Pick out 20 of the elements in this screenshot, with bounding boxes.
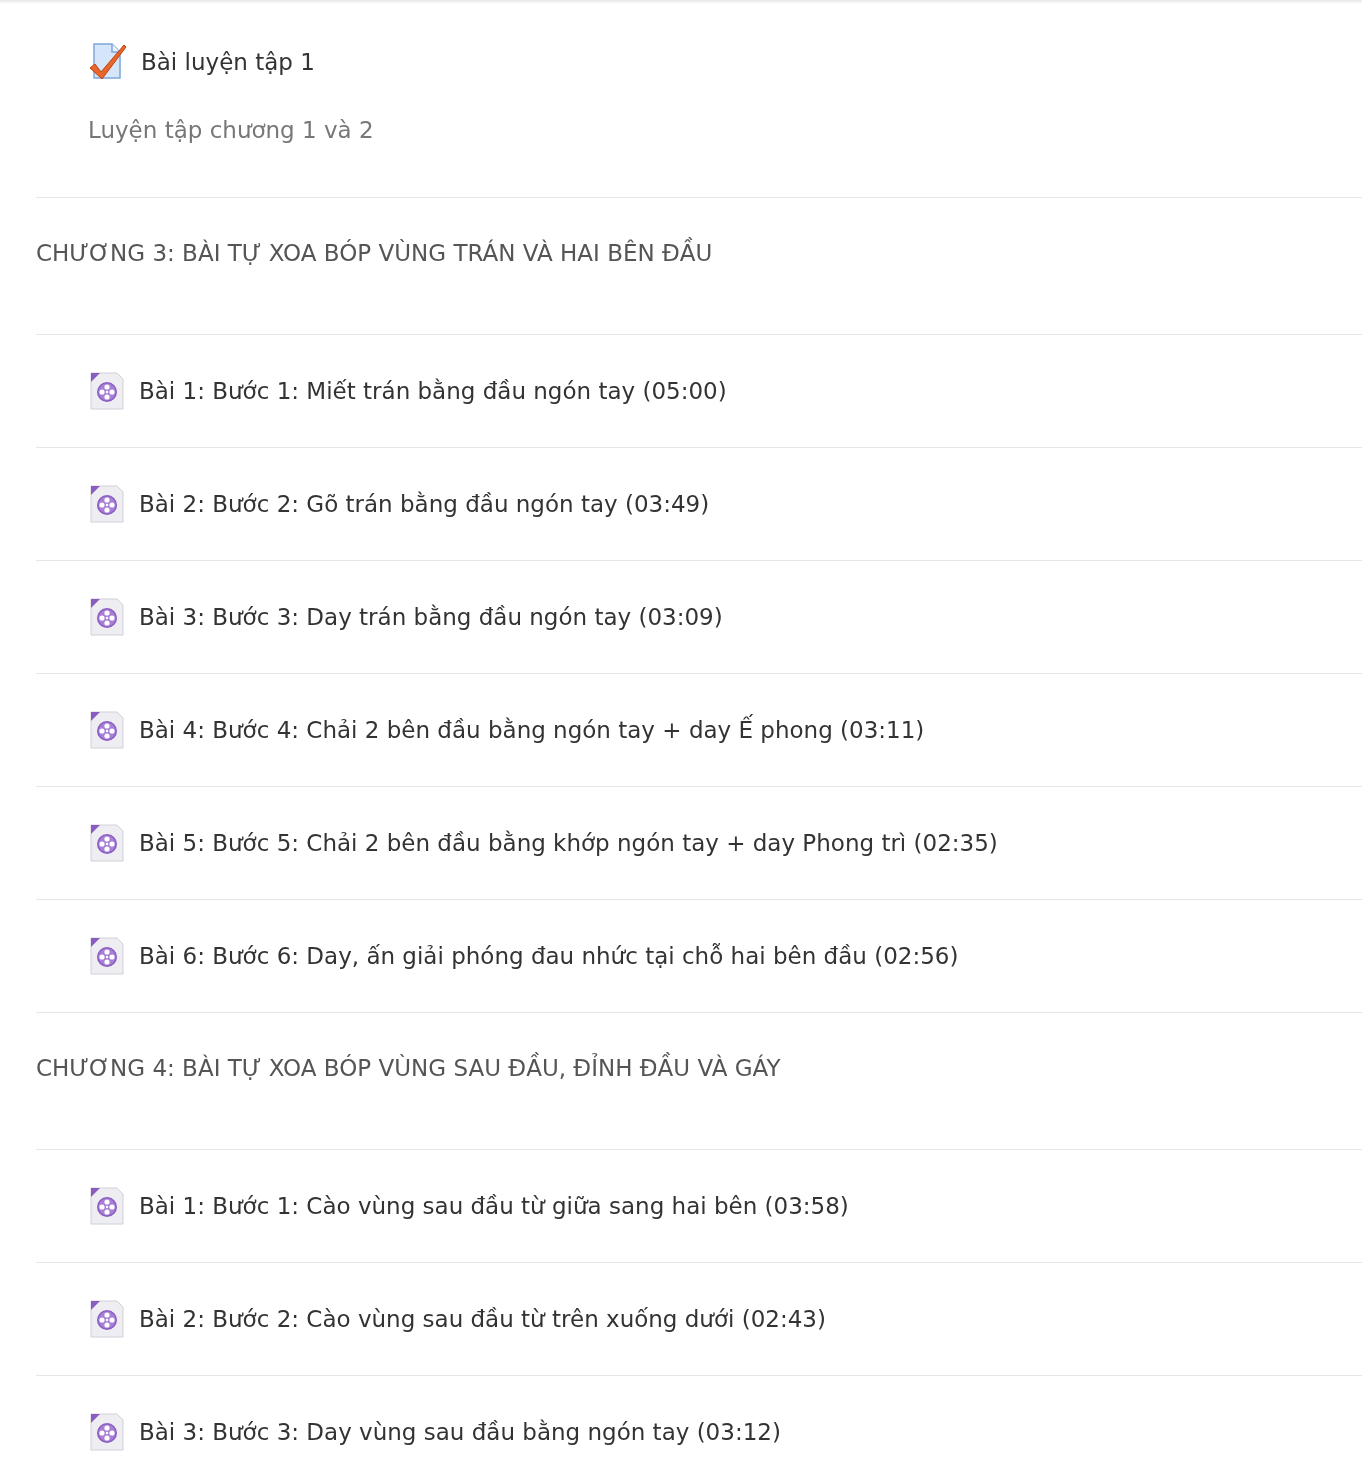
lesson-link[interactable]: Bài 3: Bước 3: Day trán bằng đầu ngón tay (03:09) [139, 600, 723, 634]
lesson-link[interactable]: Bài 1: Bước 1: Cào vùng sau đầu từ giữa sang hai bên (03:58) [139, 1189, 849, 1223]
lesson-link[interactable]: Bài 1: Bước 1: Miết trán bằng đầu ngón tay (05:00) [139, 374, 727, 408]
video-file-icon [88, 936, 126, 976]
video-file-icon [88, 1186, 126, 1226]
lesson-link[interactable]: Bài 3: Bước 3: Day vùng sau đầu bằng ngón tay (03:12) [139, 1415, 781, 1449]
lesson-link[interactable]: Bài 5: Bước 5: Chải 2 bên đầu bằng khớp ngón tay + day Phong trì (02:35) [139, 826, 998, 860]
quiz-link[interactable]: Bài luyện tập 1 [141, 45, 315, 79]
video-file-icon [88, 1299, 126, 1339]
video-file-icon [88, 371, 126, 411]
activity-description: Luyện tập chương 1 và 2 [88, 116, 374, 145]
video-file-icon [88, 597, 126, 637]
video-file-icon [88, 823, 126, 863]
lesson-link[interactable]: Bài 6: Bước 6: Day, ấn giải phóng đau nhức tại chỗ hai bên đầu (02:56) [139, 939, 959, 973]
lesson-link[interactable]: Bài 4: Bước 4: Chải 2 bên đầu bằng ngón tay + day Ế phong (03:11) [139, 713, 925, 747]
video-file-icon [88, 484, 126, 524]
video-file-icon [88, 710, 126, 750]
lesson-link[interactable]: Bài 2: Bước 2: Cào vùng sau đầu từ trên xuống dưới (02:43) [139, 1302, 826, 1336]
lesson-link[interactable]: Bài 2: Bước 2: Gõ trán bằng đầu ngón tay (03:49) [139, 487, 710, 521]
video-file-icon [88, 1412, 126, 1452]
